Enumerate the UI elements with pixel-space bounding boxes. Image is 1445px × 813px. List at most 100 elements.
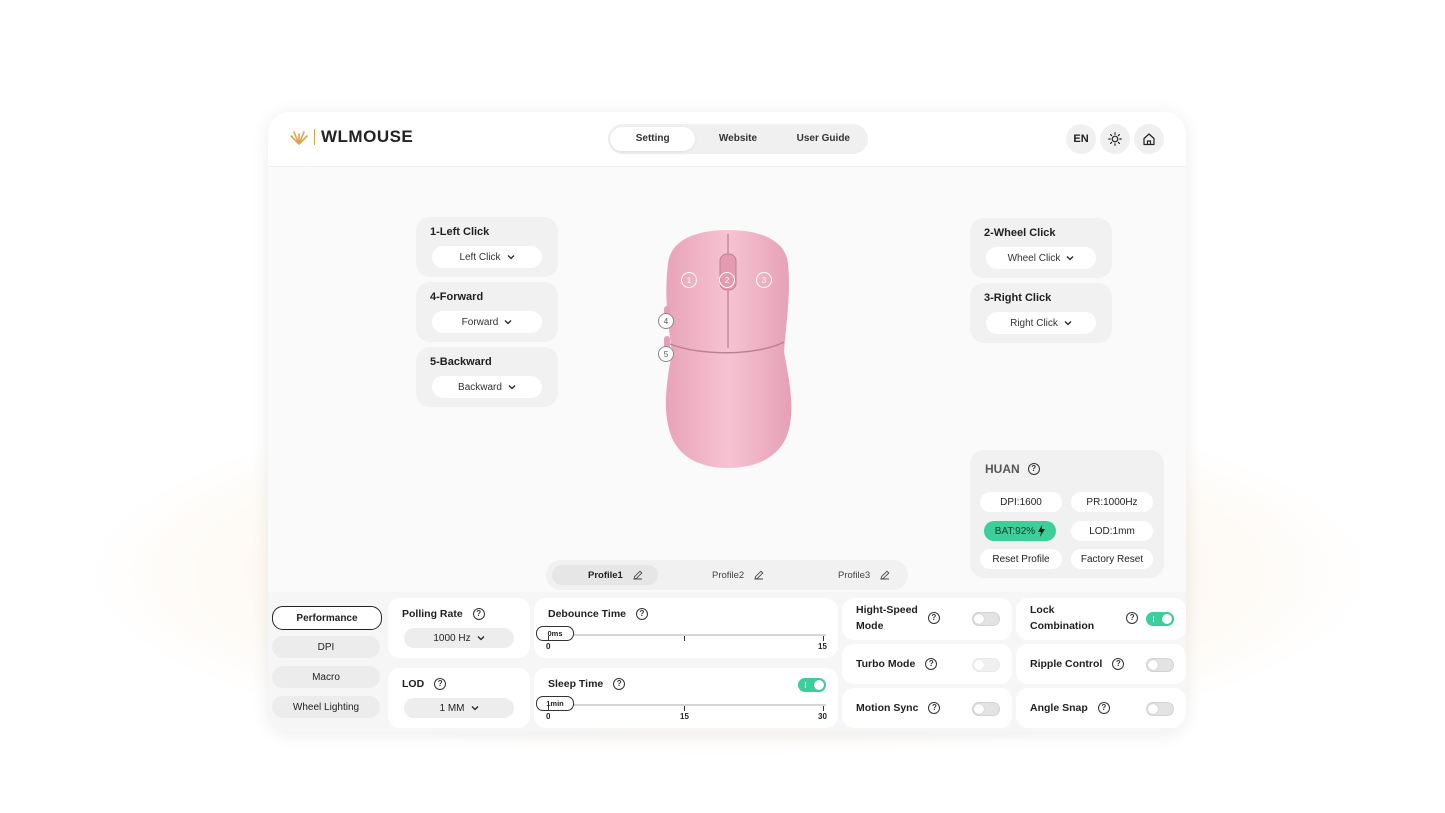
debounce-title: Debounce Time [548, 608, 626, 620]
lod-badge: LOD:1mm [1071, 521, 1153, 541]
marker-4: 4 [658, 313, 674, 329]
sun-icon [1108, 132, 1122, 146]
turbo-card: Turbo Mode ? [842, 644, 1012, 684]
sleep-toggle[interactable] [798, 678, 826, 692]
marker-2: 2 [719, 272, 735, 288]
tab-website[interactable]: Website [695, 127, 780, 151]
forward-dropdown[interactable]: Forward [432, 311, 542, 333]
help-icon[interactable]: ? [927, 612, 940, 624]
profile-tab-2[interactable]: Profile2 [704, 565, 772, 585]
home-button[interactable] [1134, 124, 1164, 154]
help-icon[interactable]: ? [472, 608, 485, 620]
theme-button[interactable] [1100, 124, 1130, 154]
slider-tick [823, 706, 824, 711]
button-card-title: 4-Forward [430, 291, 484, 303]
right-click-dropdown[interactable]: Right Click [986, 312, 1096, 334]
button-card-title: 3-Right Click [984, 292, 1052, 304]
button-card-title: 1-Left Click [430, 226, 490, 238]
motion-sync-title: Motion Sync [856, 702, 919, 714]
high-speed-toggle[interactable] [972, 612, 1000, 626]
dropdown-value: 1 MM [439, 702, 465, 714]
profile-tab-1[interactable]: Profile1 [552, 565, 658, 585]
reset-profile-button[interactable]: Reset Profile [980, 549, 1062, 569]
ripple-title: Ripple Control [1030, 658, 1103, 670]
ripple-toggle[interactable] [1146, 658, 1174, 672]
lock-combination-toggle[interactable] [1146, 612, 1174, 626]
sidebar-item-macro[interactable]: Macro [272, 666, 380, 688]
dropdown-value: Wheel Click [1007, 252, 1061, 264]
angle-snap-title-row: Angle Snap ? [1030, 700, 1110, 716]
angle-snap-card: Angle Snap ? [1016, 688, 1186, 728]
settings-sidebar: Performance DPI Macro Wheel Lighting [270, 598, 382, 722]
settings-panel: Performance DPI Macro Wheel Lighting Pol… [268, 592, 1186, 732]
help-icon[interactable]: ? [434, 678, 447, 690]
chevron-down-icon [477, 636, 485, 641]
marker-1: 1 [681, 272, 697, 288]
backward-dropdown[interactable]: Backward [432, 376, 542, 398]
sidebar-item-performance[interactable]: Performance [272, 606, 382, 630]
help-icon[interactable]: ? [1112, 658, 1125, 670]
factory-reset-button[interactable]: Factory Reset [1071, 549, 1153, 569]
slider-tick [548, 706, 549, 711]
dropdown-value: 1000 Hz [433, 632, 471, 644]
battery-text: BAT:92% [994, 525, 1036, 537]
button-card-title: 5-Backward [430, 356, 492, 368]
lod-title: LOD [402, 678, 425, 690]
lod-card: LOD ? 1 MM [388, 668, 530, 728]
wheel-click-dropdown[interactable]: Wheel Click [986, 247, 1096, 269]
slider-max-label: 15 [818, 642, 827, 651]
polling-rate-title-row: Polling Rate ? [402, 606, 485, 622]
sleep-slider-track[interactable] [548, 704, 826, 706]
home-icon [1143, 133, 1155, 146]
slider-tick [548, 636, 549, 641]
dropdown-value: Backward [458, 381, 502, 393]
angle-snap-title: Angle Snap [1030, 702, 1088, 714]
polling-rate-dropdown[interactable]: 1000 Hz [404, 628, 514, 648]
turbo-title-row: Turbo Mode ? [856, 656, 938, 672]
sidebar-item-wheel-lighting[interactable]: Wheel Lighting [272, 696, 380, 718]
motion-sync-toggle[interactable] [972, 702, 1000, 716]
battery-badge: BAT:92% [984, 521, 1056, 541]
ripple-title-row: Ripple Control ? [1030, 656, 1125, 672]
lod-dropdown[interactable]: 1 MM [404, 698, 514, 718]
lod-title-row: LOD ? [402, 676, 447, 692]
debounce-slider-track[interactable] [548, 634, 826, 636]
left-click-dropdown[interactable]: Left Click [432, 246, 542, 268]
language-button[interactable]: EN [1066, 124, 1096, 154]
debounce-slider-thumb[interactable]: 0ms [536, 626, 574, 641]
sidebar-item-dpi[interactable]: DPI [272, 636, 380, 658]
chevron-down-icon [504, 320, 512, 325]
logo-text: WLMOUSE [321, 127, 414, 146]
help-icon[interactable]: ? [925, 658, 938, 670]
profile-tab-3[interactable]: Profile3 [830, 565, 898, 585]
help-icon[interactable]: ? [613, 678, 626, 690]
help-icon[interactable]: ? [1097, 702, 1110, 714]
slider-max-label: 30 [818, 712, 827, 721]
tab-user-guide[interactable]: User Guide [781, 127, 866, 151]
edit-icon[interactable] [754, 570, 764, 580]
tab-setting[interactable]: Setting [610, 127, 696, 151]
help-icon[interactable]: ? [928, 702, 941, 714]
marker-5: 5 [658, 346, 674, 362]
sleep-title: Sleep Time [548, 678, 604, 690]
debounce-card: Debounce Time ? 0ms 0 15 [534, 598, 838, 658]
angle-snap-toggle[interactable] [1146, 702, 1174, 716]
sleep-title-row: Sleep Time ? [548, 676, 626, 692]
polling-rate-card: Polling Rate ? 1000 Hz [388, 598, 530, 658]
slider-tick [823, 636, 824, 641]
device-name: HUAN [985, 462, 1020, 476]
help-icon[interactable]: ? [1027, 463, 1040, 475]
sleep-slider-thumb[interactable]: 1min [536, 696, 574, 711]
motion-sync-title-row: Motion Sync ? [856, 700, 941, 716]
high-speed-title: Hight-Speed Mode [856, 604, 918, 632]
toggle-knob [1148, 704, 1158, 714]
turbo-toggle[interactable] [972, 658, 1000, 672]
button-card-backward: 5-Backward Backward [416, 347, 558, 407]
toggle-knob [974, 704, 984, 714]
high-speed-card: Hight-Speed Mode ? [842, 598, 1012, 640]
edit-icon[interactable] [633, 570, 643, 580]
help-icon[interactable]: ? [1126, 612, 1139, 624]
edit-icon[interactable] [880, 570, 890, 580]
help-icon[interactable]: ? [636, 608, 648, 620]
turbo-title: Turbo Mode [856, 658, 916, 670]
